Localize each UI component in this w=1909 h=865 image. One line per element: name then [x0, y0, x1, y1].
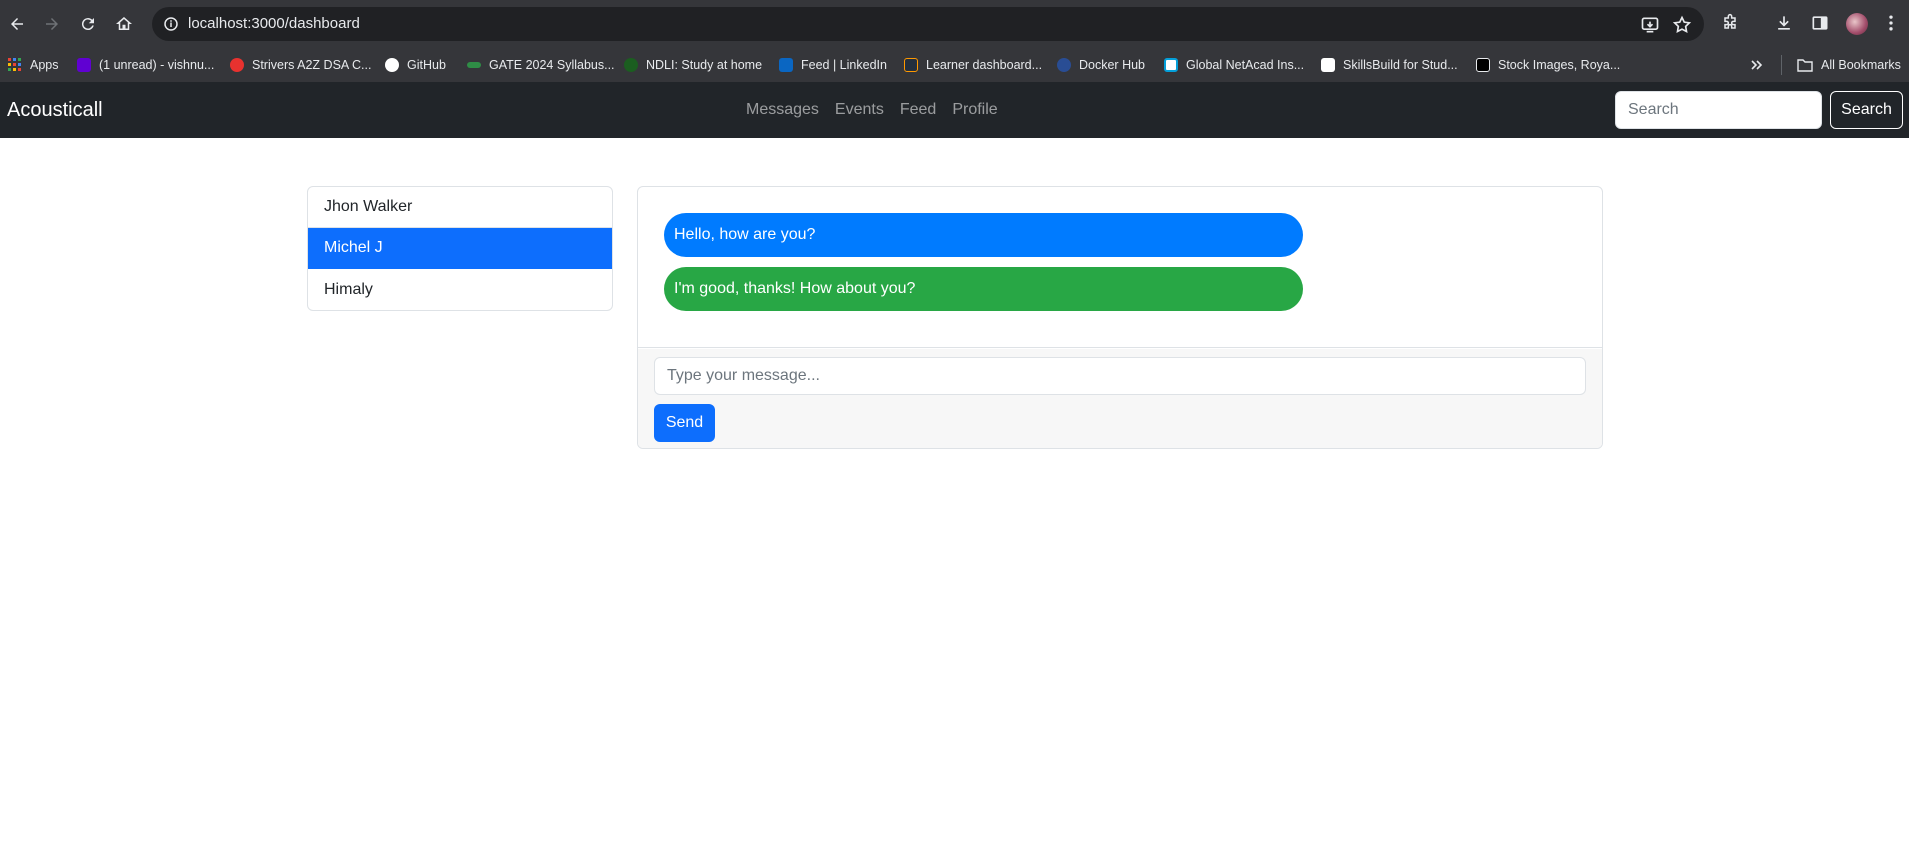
- side-panel-icon[interactable]: [1809, 12, 1831, 34]
- bookmark-docker-hub[interactable]: Docker Hub: [1057, 56, 1145, 74]
- bookmarks-divider: [1781, 55, 1782, 75]
- message-input[interactable]: [654, 357, 1586, 395]
- bookmark-label: GitHub: [407, 58, 446, 72]
- address-bar[interactable]: localhost:3000/dashboard: [152, 7, 1704, 41]
- reload-icon[interactable]: [76, 12, 100, 36]
- all-bookmarks-label: All Bookmarks: [1821, 58, 1901, 72]
- bookmark-label: Stock Images, Roya...: [1498, 58, 1621, 72]
- contact-michel-j[interactable]: Michel J: [308, 228, 612, 269]
- yahoo-mail-icon: [77, 58, 91, 72]
- site-info-icon[interactable]: [162, 15, 180, 33]
- bookmark-label: (1 unread) - vishnu...: [99, 58, 215, 72]
- istock-icon: [1476, 58, 1490, 72]
- apps-grid-icon: [8, 58, 21, 71]
- menu-kebab-icon[interactable]: [1880, 12, 1902, 34]
- nav-link-messages[interactable]: Messages: [746, 100, 819, 120]
- bookmark-yahoo-mail[interactable]: (1 unread) - vishnu...: [77, 56, 214, 74]
- aws-icon: [904, 58, 918, 72]
- more-bookmarks-chevron-icon[interactable]: [1750, 56, 1764, 74]
- forward-icon[interactable]: [40, 12, 64, 36]
- profile-avatar[interactable]: [1846, 13, 1868, 35]
- browser-chrome: localhost:3000/dashboard Apps (1 unread)…: [0, 0, 1909, 82]
- url-text: localhost:3000/dashboard: [188, 15, 360, 32]
- bookmark-star-icon[interactable]: [1672, 15, 1692, 35]
- bookmark-linkedin[interactable]: Feed | LinkedIn: [779, 56, 887, 74]
- all-bookmarks-folder[interactable]: All Bookmarks: [1797, 56, 1901, 74]
- send-button[interactable]: Send: [654, 404, 715, 442]
- skillsbuild-icon: [1321, 58, 1335, 72]
- browser-toolbar: localhost:3000/dashboard: [0, 0, 1909, 48]
- nav-links: Messages Events Feed Profile: [746, 100, 998, 120]
- bookmark-skillsbuild[interactable]: SkillsBuild for Stud...: [1321, 56, 1458, 74]
- bookmark-istock[interactable]: Stock Images, Roya...: [1476, 56, 1620, 74]
- bookmark-label: Global NetAcad Ins...: [1186, 58, 1305, 72]
- bookmark-netacad[interactable]: Global NetAcad Ins...: [1164, 56, 1304, 74]
- nav-link-feed[interactable]: Feed: [900, 100, 936, 120]
- bookmark-apps[interactable]: Apps: [8, 56, 59, 74]
- bookmark-label: GATE 2024 Syllabus...: [489, 58, 615, 72]
- contacts-list: Jhon Walker Michel J Himaly: [307, 186, 613, 311]
- bookmark-label: Docker Hub: [1079, 58, 1145, 72]
- bookmark-gate[interactable]: GATE 2024 Syllabus...: [467, 56, 615, 74]
- bookmark-label: Strivers A2Z DSA C...: [252, 58, 372, 72]
- tuf-icon: [230, 58, 244, 72]
- back-icon[interactable]: [5, 12, 29, 36]
- bookmarks-bar: Apps (1 unread) - vishnu... Strivers A2Z…: [0, 48, 1909, 82]
- chat-messages: Hello, how are you? I'm good, thanks! Ho…: [638, 187, 1602, 348]
- bookmark-label: Apps: [30, 58, 59, 72]
- bookmark-strivers[interactable]: Strivers A2Z DSA C...: [230, 56, 371, 74]
- nav-link-events[interactable]: Events: [835, 100, 884, 120]
- search-button[interactable]: Search: [1830, 91, 1903, 129]
- gfg-icon: [467, 62, 481, 68]
- ndli-icon: [624, 58, 638, 72]
- search-input[interactable]: [1615, 91, 1822, 129]
- message-bubble-received: Hello, how are you?: [664, 213, 1303, 257]
- bookmark-label: Feed | LinkedIn: [801, 58, 887, 72]
- bookmark-label: SkillsBuild for Stud...: [1343, 58, 1458, 72]
- chat-footer: Send: [638, 349, 1602, 448]
- bookmark-aws-learner[interactable]: Learner dashboard...: [904, 56, 1042, 74]
- contact-jhon-walker[interactable]: Jhon Walker: [308, 187, 612, 228]
- app-navbar: Acousticall Messages Events Feed Profile…: [0, 82, 1909, 138]
- extensions-icon[interactable]: [1719, 12, 1741, 34]
- install-app-icon[interactable]: [1640, 15, 1660, 35]
- home-icon[interactable]: [112, 12, 136, 36]
- bookmark-github[interactable]: GitHub: [385, 56, 446, 74]
- docker-icon: [1057, 58, 1071, 72]
- netacad-icon: [1164, 58, 1178, 72]
- nav-link-profile[interactable]: Profile: [952, 100, 997, 120]
- contact-himaly[interactable]: Himaly: [308, 269, 612, 310]
- download-icon[interactable]: [1773, 12, 1795, 34]
- linkedin-icon: [779, 58, 793, 72]
- brand-logo[interactable]: Acousticall: [7, 98, 103, 122]
- bookmark-label: NDLI: Study at home: [646, 58, 763, 72]
- bookmark-label: Learner dashboard...: [926, 58, 1043, 72]
- message-bubble-sent: I'm good, thanks! How about you?: [664, 267, 1303, 311]
- folder-icon: [1797, 59, 1813, 72]
- github-icon: [385, 58, 399, 72]
- chat-panel: Hello, how are you? I'm good, thanks! Ho…: [637, 186, 1603, 449]
- bookmark-ndli[interactable]: NDLI: Study at home: [624, 56, 762, 74]
